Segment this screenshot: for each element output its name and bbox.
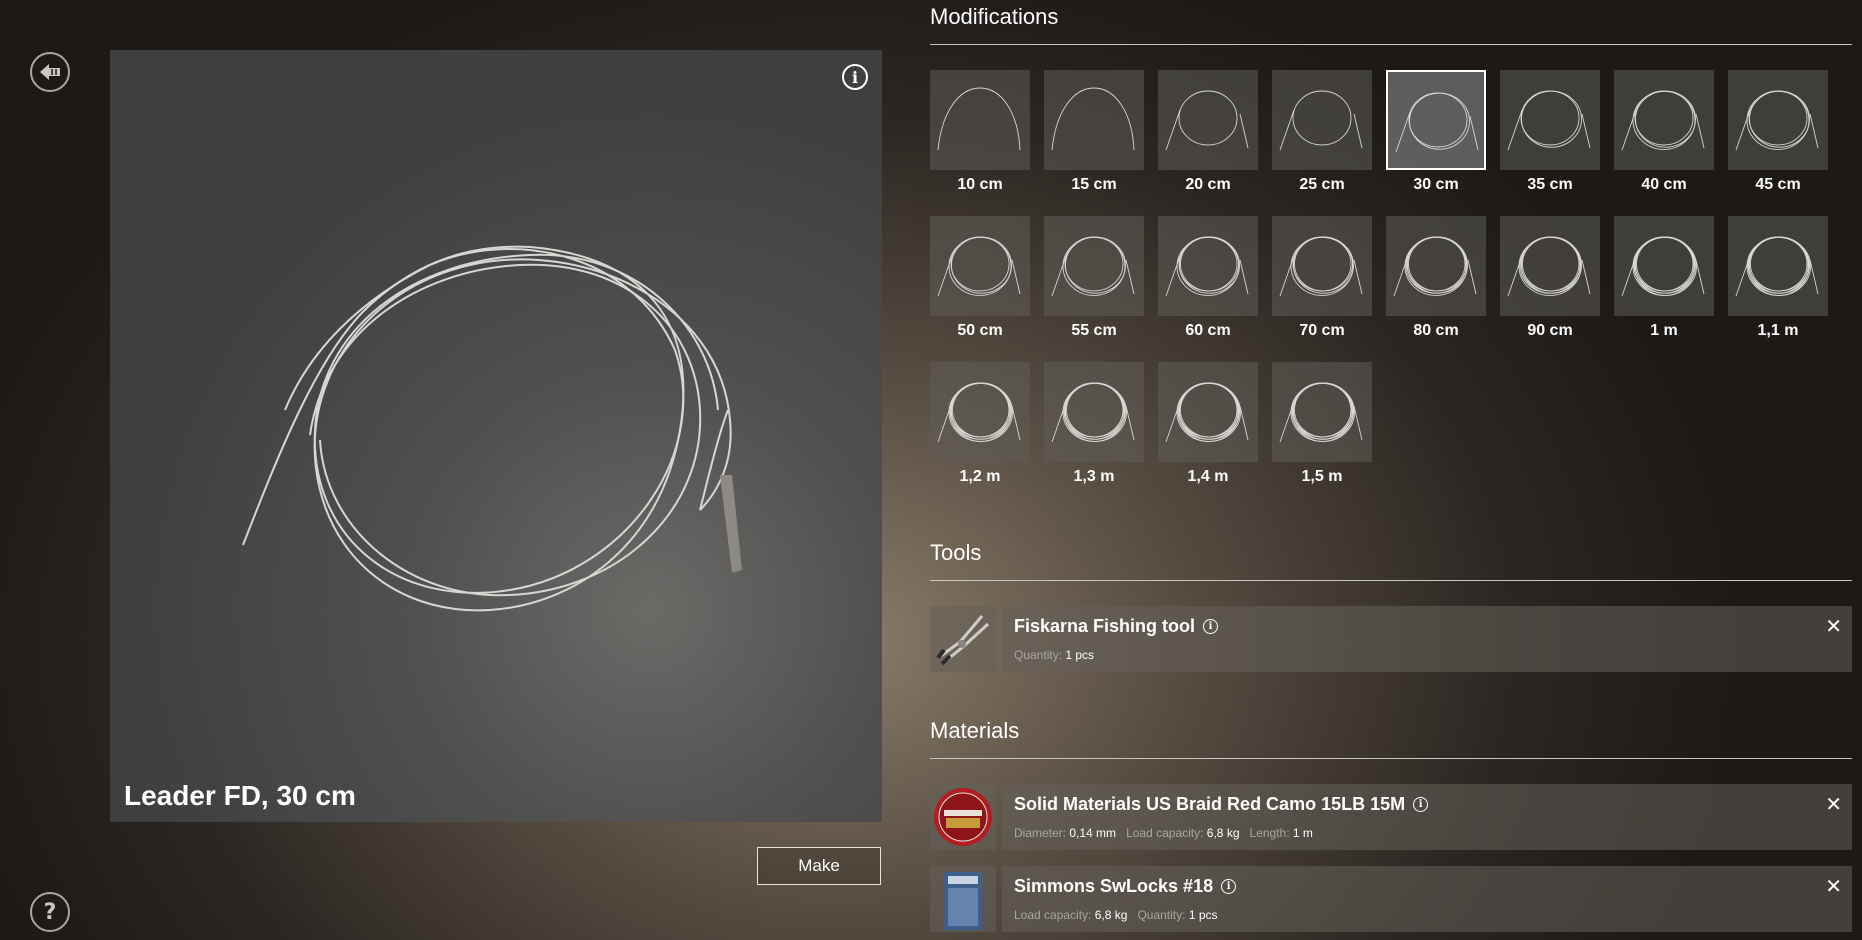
modification-label: 20 cm — [1185, 176, 1231, 193]
modification-80-cm[interactable]: 80 cm — [1386, 216, 1486, 348]
modification-1-3-m[interactable]: 1,3 m — [1044, 362, 1144, 494]
leader-thumbnail — [1044, 216, 1144, 316]
item-title: Leader FD, 30 cm — [124, 780, 356, 811]
leader-thumbnail — [930, 70, 1030, 170]
tools-title: Tools — [930, 540, 982, 565]
modification-1-m[interactable]: 1 m — [1614, 216, 1714, 348]
modification-label: 45 cm — [1755, 176, 1801, 193]
leader-thumbnail — [1158, 70, 1258, 170]
modification-1-5-m[interactable]: 1,5 m — [1272, 362, 1372, 494]
modification-label: 40 cm — [1641, 176, 1687, 193]
tool-row[interactable]: Fiskarna Fishing tool i Quantity: 1 pcs ✕ — [930, 606, 1852, 672]
modification-15-cm[interactable]: 15 cm — [1044, 70, 1144, 202]
modification-label: 35 cm — [1527, 176, 1573, 193]
modification-45-cm[interactable]: 45 cm — [1728, 70, 1828, 202]
leader-thumbnail — [1500, 70, 1600, 170]
modification-label: 1,4 m — [1187, 468, 1229, 485]
modification-50-cm[interactable]: 50 cm — [930, 216, 1030, 348]
modification-label: 1,1 m — [1757, 322, 1799, 339]
leader-thumbnail — [1614, 216, 1714, 316]
modification-35-cm[interactable]: 35 cm — [1500, 70, 1600, 202]
modification-label: 1 m — [1650, 322, 1678, 339]
modifications-divider — [930, 44, 1852, 45]
material-name: Simmons SwLocks #18 — [1014, 876, 1214, 896]
modification-label: 30 cm — [1413, 176, 1459, 193]
materials-divider — [930, 758, 1852, 759]
materials-title: Materials — [930, 718, 1020, 743]
close-icon[interactable]: ✕ — [1825, 614, 1842, 638]
question-icon: ? — [43, 899, 57, 925]
modification-55-cm[interactable]: 55 cm — [1044, 216, 1144, 348]
modification-1-4-m[interactable]: 1,4 m — [1158, 362, 1258, 494]
item-preview[interactable]: i Leader FD, 30 cm — [110, 50, 882, 822]
info-icon[interactable]: i — [1221, 879, 1237, 894]
modification-10-cm[interactable]: 10 cm — [930, 70, 1030, 202]
leader-thumbnail — [1272, 70, 1372, 170]
modification-label: 60 cm — [1185, 322, 1231, 339]
modification-25-cm[interactable]: 25 cm — [1272, 70, 1372, 202]
leader-thumbnail — [1044, 70, 1144, 170]
modification-label: 10 cm — [957, 176, 1003, 193]
material-row[interactable]: Simmons SwLocks #18 i Load capacity: 6,8 … — [930, 866, 1852, 932]
tool-name: Fiskarna Fishing tool — [1014, 616, 1196, 636]
info-icon[interactable]: i — [1203, 619, 1219, 634]
material-name: Solid Materials US Braid Red Camo 15LB 1… — [1014, 794, 1406, 814]
braid-spool-icon — [930, 784, 996, 850]
leader-thumbnail — [1158, 216, 1258, 316]
make-button[interactable]: Make — [757, 847, 881, 885]
modification-label: 15 cm — [1071, 176, 1117, 193]
leader-thumbnail — [930, 362, 1030, 462]
back-arrow-icon — [40, 64, 60, 80]
leader-3d-model — [242, 245, 742, 612]
close-icon[interactable]: ✕ — [1825, 792, 1842, 816]
tool-meta: Quantity: 1 pcs — [1014, 648, 1095, 662]
modification-label: 70 cm — [1299, 322, 1345, 339]
material-meta: Load capacity: 6,8 kg Quantity: 1 pcs — [1014, 908, 1218, 922]
leader-thumbnail — [1728, 70, 1828, 170]
modification-1-2-m[interactable]: 1,2 m — [930, 362, 1030, 494]
close-icon[interactable]: ✕ — [1825, 874, 1842, 898]
modifications-title: Modifications — [930, 4, 1059, 29]
modification-label: 90 cm — [1527, 322, 1573, 339]
modification-label: 80 cm — [1413, 322, 1459, 339]
leader-thumbnail — [1272, 216, 1372, 316]
pliers-icon — [930, 606, 996, 672]
help-button[interactable]: ? — [30, 892, 70, 932]
modification-label: 1,2 m — [959, 468, 1001, 485]
leader-thumbnail — [930, 216, 1030, 316]
leader-thumbnail — [1386, 70, 1486, 170]
modification-60-cm[interactable]: 60 cm — [1158, 216, 1258, 348]
leader-thumbnail — [1614, 70, 1714, 170]
modification-label: 55 cm — [1071, 322, 1117, 339]
modification-label: 25 cm — [1299, 176, 1345, 193]
back-button[interactable] — [30, 52, 70, 92]
modification-label: 1,3 m — [1073, 468, 1115, 485]
modification-1-1-m[interactable]: 1,1 m — [1728, 216, 1828, 348]
leader-thumbnail — [1158, 362, 1258, 462]
modification-20-cm[interactable]: 20 cm — [1158, 70, 1258, 202]
modification-label: 1,5 m — [1301, 468, 1343, 485]
modification-70-cm[interactable]: 70 cm — [1272, 216, 1372, 348]
leader-thumbnail — [1500, 216, 1600, 316]
leader-thumbnail — [1386, 216, 1486, 316]
modification-label: 50 cm — [957, 322, 1003, 339]
modification-30-cm[interactable]: 30 cm — [1386, 70, 1486, 202]
tools-divider — [930, 580, 1852, 581]
leader-thumbnail — [1728, 216, 1828, 316]
leader-thumbnail — [1044, 362, 1144, 462]
info-icon[interactable]: i — [1413, 797, 1429, 812]
material-row[interactable]: Solid Materials US Braid Red Camo 15LB 1… — [930, 784, 1852, 850]
modification-90-cm[interactable]: 90 cm — [1500, 216, 1600, 348]
leader-thumbnail — [1272, 362, 1372, 462]
modification-40-cm[interactable]: 40 cm — [1614, 70, 1714, 202]
swivel-pack-icon — [930, 866, 996, 932]
material-meta: Diameter: 0,14 mm Load capacity: 6,8 kg … — [1014, 826, 1313, 840]
